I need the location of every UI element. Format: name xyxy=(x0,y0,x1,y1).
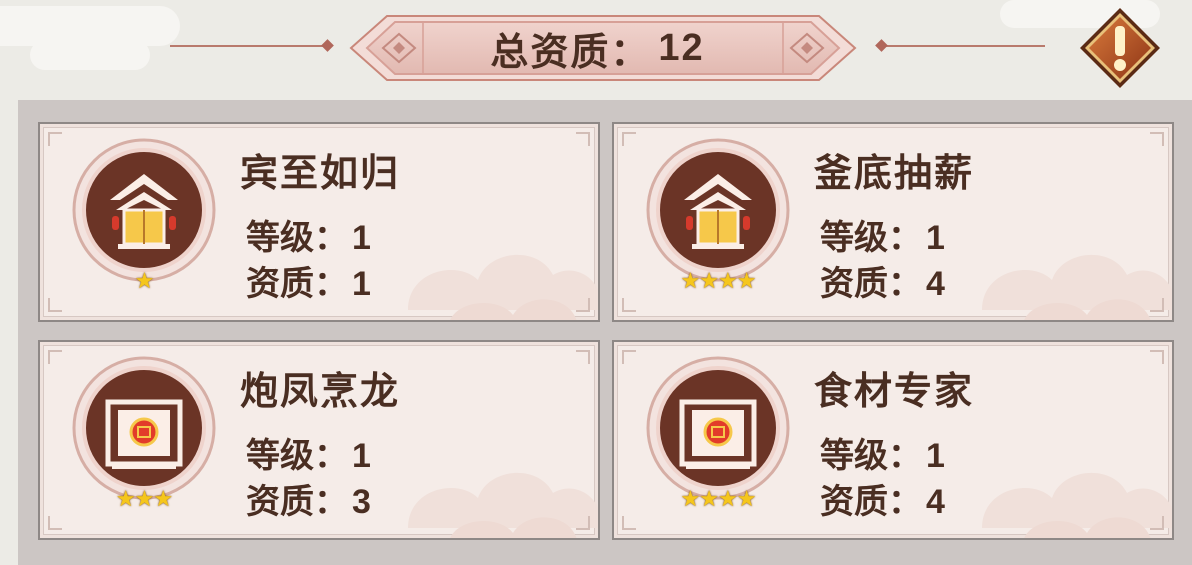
level-row: 等级： 1 xyxy=(246,428,371,477)
talent-panel: ★ 宾至如归 等级：1 资质：1 ★★★★ 釜底抽薪 等级：1 资质：4 xyxy=(18,100,1192,565)
total-quality-text: 总资质： xyxy=(490,29,651,74)
level-row: 等级： 1 xyxy=(246,210,371,259)
star-rating: ★★★ xyxy=(115,487,173,512)
diamond-ornament-icon xyxy=(875,39,888,52)
level-label: 等级： xyxy=(246,436,348,476)
corner-ornament xyxy=(1150,350,1164,364)
quality-row: 资质： 3 xyxy=(246,474,371,523)
quality-label: 资质： xyxy=(820,264,922,304)
quality-label: 资质： xyxy=(820,482,922,522)
quality-label: 资质： xyxy=(246,482,348,522)
cloud-pattern-icon xyxy=(982,472,1172,538)
corner-ornament xyxy=(576,298,590,312)
pavilion-gate-icon xyxy=(72,138,216,282)
talent-card[interactable]: ★ 宾至如归 等级： 1 资质： 1 xyxy=(38,122,600,322)
header-divider-left xyxy=(170,45,325,47)
quality-value: 4 xyxy=(926,483,945,521)
header-divider-right xyxy=(885,45,1045,47)
level-label: 等级： xyxy=(820,436,922,476)
talent-name: 炮凤烹龙 xyxy=(240,369,401,413)
level-row: 等级： 1 xyxy=(820,428,945,477)
food-cabinet-icon xyxy=(646,356,790,500)
talent-name: 釜底抽薪 xyxy=(814,151,975,195)
corner-ornament xyxy=(48,132,62,146)
talent-card[interactable]: ★★★ 炮凤烹龙 等级： 1 资质： 3 xyxy=(38,340,600,540)
corner-ornament xyxy=(576,350,590,364)
quality-value: 1 xyxy=(352,265,371,303)
total-quality-label: 总资质： 12 xyxy=(430,20,765,76)
corner-ornament xyxy=(576,132,590,146)
star-rating: ★★★★ xyxy=(680,269,757,294)
star-rating: ★ xyxy=(134,269,155,294)
cloud-pattern-icon xyxy=(408,254,598,320)
talent-card[interactable]: ★★★★ 食材专家 等级： 1 资质： 4 xyxy=(612,340,1174,540)
pavilion-gate-icon xyxy=(646,138,790,282)
quality-value: 3 xyxy=(352,483,371,521)
header: 总资质： 12 xyxy=(0,0,1192,100)
corner-ornament xyxy=(622,298,636,312)
corner-ornament xyxy=(1150,132,1164,146)
corner-ornament xyxy=(48,298,62,312)
corner-ornament xyxy=(1150,516,1164,530)
talent-name: 宾至如归 xyxy=(240,151,401,195)
quality-row: 资质： 4 xyxy=(820,256,945,305)
diamond-ornament-icon xyxy=(321,39,334,52)
corner-ornament xyxy=(1150,298,1164,312)
quality-value: 4 xyxy=(926,265,945,303)
level-label: 等级： xyxy=(820,218,922,258)
food-cabinet-icon xyxy=(72,356,216,500)
level-value: 1 xyxy=(926,219,945,257)
corner-ornament xyxy=(622,132,636,146)
quality-label: 资质： xyxy=(246,264,348,304)
corner-ornament xyxy=(48,350,62,364)
total-quality-value: 12 xyxy=(658,26,705,69)
level-value: 1 xyxy=(352,219,371,257)
corner-ornament xyxy=(622,516,636,530)
quality-row: 资质： 4 xyxy=(820,474,945,523)
level-label: 等级： xyxy=(246,218,348,258)
corner-ornament xyxy=(48,516,62,530)
level-value: 1 xyxy=(926,437,945,475)
talent-card[interactable]: ★★★★ 釜底抽薪 等级： 1 资质： 4 xyxy=(612,122,1174,322)
level-value: 1 xyxy=(352,437,371,475)
level-row: 等级： 1 xyxy=(820,210,945,259)
cloud-pattern-icon xyxy=(982,254,1172,320)
exclamation-icon[interactable] xyxy=(1078,6,1162,90)
corner-ornament xyxy=(576,516,590,530)
quality-row: 资质： 1 xyxy=(246,256,371,305)
cloud-pattern-icon xyxy=(408,472,598,538)
star-rating: ★★★★ xyxy=(680,487,757,512)
talent-name: 食材专家 xyxy=(814,369,975,413)
corner-ornament xyxy=(622,350,636,364)
